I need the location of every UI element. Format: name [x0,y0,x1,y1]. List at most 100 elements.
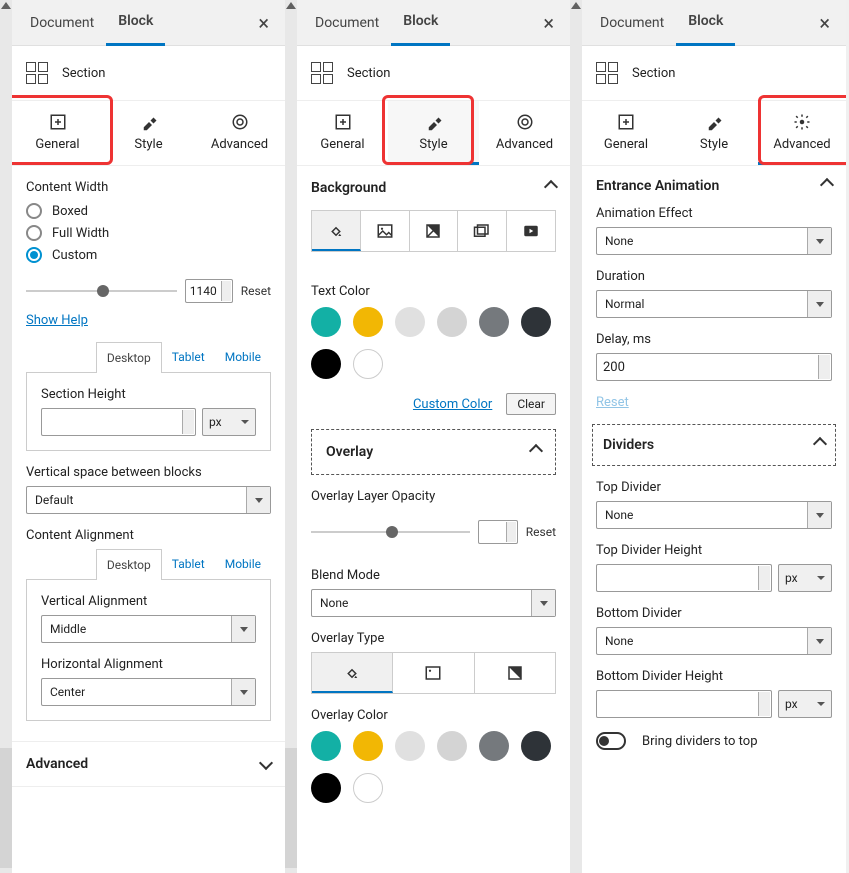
width-input[interactable]: 1140 [185,279,233,303]
ov-tab-image[interactable] [393,653,474,693]
advanced-icon [516,113,534,131]
tab-block[interactable]: Block [391,0,450,46]
bottom-divider-height-input[interactable] [596,690,772,718]
devtab2-desktop[interactable]: Desktop [96,549,162,580]
subtab-style[interactable]: Style [670,101,758,165]
delay-label: Delay, ms [596,332,832,347]
swatch-lgray[interactable] [395,731,425,761]
tab-document[interactable]: Document [588,1,676,45]
scrollbar-thumb[interactable] [0,748,12,868]
blend-select[interactable]: None [311,589,556,617]
swatch-gray[interactable] [479,307,509,337]
swatch-white[interactable] [353,773,383,803]
swatch-dark[interactable] [521,731,551,761]
radio-custom[interactable] [26,247,42,263]
top-divider-select[interactable]: None [596,501,832,529]
entrance-accordion[interactable]: Entrance Animation [582,166,846,206]
swatch-dark[interactable] [521,307,551,337]
bucket-icon [343,663,361,681]
devtab-tablet[interactable]: Tablet [162,342,215,373]
effect-select[interactable]: None [596,227,832,255]
swatch-gold[interactable] [353,307,383,337]
chevron-up-icon [815,437,825,453]
subtab-advanced[interactable]: Advanced [479,101,570,165]
opacity-input[interactable] [478,520,518,544]
anim-reset-link[interactable]: Reset [596,395,629,410]
halign-select[interactable]: Center [41,678,256,706]
splitter-handle-icon[interactable] [1,2,11,9]
width-slider[interactable] [26,290,177,292]
swatch-black[interactable] [311,773,341,803]
subtab-general[interactable]: General [582,101,670,165]
bottom-divider-select[interactable]: None [596,627,832,655]
swatch-teal[interactable] [311,307,341,337]
delay-input[interactable]: 200 [596,353,832,381]
radio-boxed[interactable] [26,203,42,219]
alignment-box: Vertical Alignment Middle Horizontal Ali… [26,579,271,721]
section-height-unit[interactable]: px [202,408,256,436]
close-icon[interactable]: × [248,1,279,45]
top-divider-height-label: Top Divider Height [596,543,832,558]
tab-document[interactable]: Document [18,1,106,45]
tab-block[interactable]: Block [106,0,165,46]
bg-tab-slider[interactable] [458,211,507,251]
clear-button[interactable]: Clear [506,393,556,415]
bg-type-tabs [311,210,556,252]
background-accordion[interactable]: Background [297,166,570,210]
splitter-handle-icon[interactable] [286,2,296,9]
swatch-white[interactable] [353,349,383,379]
advanced-accordion[interactable]: Advanced [12,741,285,787]
splitter-handle-icon[interactable] [571,2,581,9]
width-reset[interactable]: Reset [241,284,271,298]
devtab-mobile[interactable]: Mobile [215,342,271,373]
bring-toggle[interactable] [596,732,626,750]
section-height-input[interactable] [41,408,196,436]
subtab-advanced[interactable]: Advanced [758,101,846,165]
swatch-teal[interactable] [311,731,341,761]
close-icon[interactable]: × [809,1,840,45]
swatch-gold[interactable] [353,731,383,761]
general-icon [49,113,67,131]
bg-tab-gradient[interactable] [410,211,459,251]
devtab-desktop[interactable]: Desktop [96,342,162,373]
custom-color-link[interactable]: Custom Color [413,397,492,412]
overlay-type-label: Overlay Type [311,631,556,646]
valign-select[interactable]: Middle [41,615,256,643]
sub-tabs: General Style Advanced [582,101,846,166]
swatch-gray[interactable] [479,731,509,761]
subtab-style[interactable]: Style [103,101,194,165]
close-icon[interactable]: × [533,1,564,45]
swatch-lgray2[interactable] [437,307,467,337]
section-header: Section [12,46,285,101]
opacity-slider[interactable] [311,531,470,533]
subtab-general[interactable]: General [12,101,103,165]
subtab-style[interactable]: Style [388,101,479,165]
top-divider-height-input[interactable] [596,564,772,592]
tab-block[interactable]: Block [676,0,735,46]
bottom-divider-height-unit[interactable]: px [778,690,832,718]
ov-tab-color[interactable] [312,653,393,693]
top-divider-height-unit[interactable]: px [778,564,832,592]
opacity-reset[interactable]: Reset [526,525,556,539]
devtab2-mobile[interactable]: Mobile [215,549,271,580]
devtab2-tablet[interactable]: Tablet [162,549,215,580]
radio-full[interactable] [26,225,42,241]
bg-tab-image[interactable] [361,211,410,251]
overlay-accordion[interactable]: Overlay [311,429,556,475]
subtab-general[interactable]: General [297,101,388,165]
swatch-lgray[interactable] [395,307,425,337]
content-width-label: Content Width [26,180,271,195]
swatch-lgray2[interactable] [437,731,467,761]
duration-select[interactable]: Normal [596,290,832,318]
dividers-accordion[interactable]: Dividers [592,424,836,466]
subtab-advanced[interactable]: Advanced [194,101,285,165]
bg-tab-video[interactable] [507,211,555,251]
show-help-link[interactable]: Show Help [26,313,271,328]
scrollbar-thumb[interactable] [285,748,297,868]
swatch-black[interactable] [311,349,341,379]
tab-document[interactable]: Document [303,1,391,45]
ov-tab-gradient[interactable] [475,653,555,693]
effect-label: Animation Effect [596,206,832,221]
vspace-select[interactable]: Default [26,486,271,514]
bg-tab-color[interactable] [312,211,361,251]
